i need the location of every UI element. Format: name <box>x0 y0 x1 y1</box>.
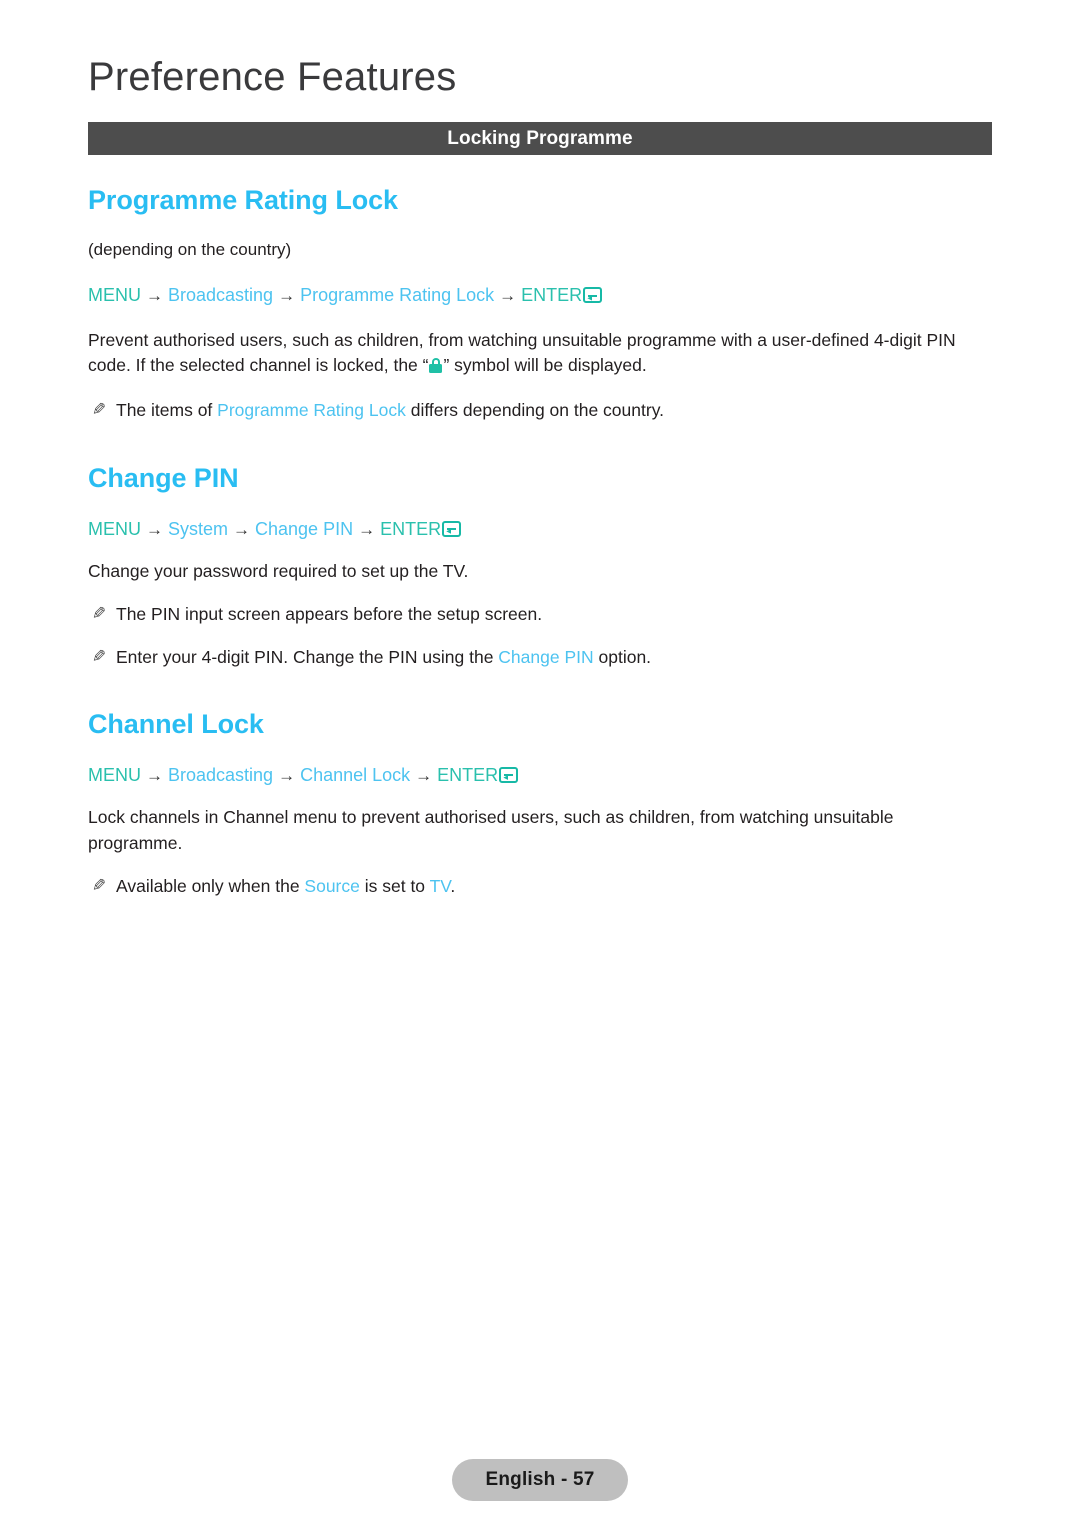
arrow-icon: → <box>278 286 296 306</box>
note-text-before: The items of <box>116 400 218 421</box>
arrow-icon: → <box>146 765 163 785</box>
topic-heading-channel-lock: Channel Lock <box>88 709 264 740</box>
menu-path-menu-label: MENU <box>88 518 141 539</box>
menu-path-menu-label: MENU <box>88 764 141 785</box>
page-footer-badge: English - 57 <box>452 1459 628 1501</box>
section-change-pin: Change PIN MENU → System → Change PIN → ENTER … <box>88 462 992 670</box>
menu-path-programme-rating-lock: MENU → Broadcasting → Programme Rating Lock →… <box>88 284 992 307</box>
padlock-icon <box>429 358 443 374</box>
arrow-icon: → <box>358 519 376 539</box>
arrow-icon: → <box>415 765 433 785</box>
manual-page: Preference Features Locking Programme Pr… <box>0 0 1080 1534</box>
menu-path-change-pin: MENU → System → Change PIN → ENTER <box>88 518 992 541</box>
body-paragraph-channel-lock: Lock channels in Channel menu to prevent… <box>88 807 894 853</box>
note-text-mid: is set to <box>359 875 430 896</box>
arrow-icon: → <box>499 286 517 306</box>
pencil-icon: ✎ <box>91 875 107 895</box>
note-text: The PIN input screen appears before the … <box>116 604 543 625</box>
pencil-icon: ✎ <box>91 400 107 420</box>
menu-path-item-system[interactable]: System <box>168 519 228 539</box>
section-header-bar: Locking Programme <box>88 122 992 155</box>
section-header-label: Locking Programme <box>447 127 633 149</box>
note-text-after: . <box>450 875 456 896</box>
arrow-icon: → <box>146 519 163 539</box>
body-text-after-lock: ” symbol will be displayed. <box>443 355 647 376</box>
menu-path-item-change-pin[interactable]: Change PIN <box>255 519 353 539</box>
menu-path-channel-lock: MENU → Broadcasting → Channel Lock → ENTER <box>88 764 992 787</box>
menu-path-item-broadcasting[interactable]: Broadcasting <box>168 285 273 305</box>
menu-path-item-broadcasting[interactable]: Broadcasting <box>168 765 273 785</box>
note-text: The items of Programme Rating Lock diffe… <box>116 398 992 423</box>
section-channel-lock: Channel Lock MENU → Broadcasting → Channel L… <box>88 709 992 899</box>
arrow-icon: → <box>278 765 296 785</box>
note-item: ✎ The PIN input screen appears before th… <box>88 602 992 627</box>
page-content: Programme Rating Lock (depending on the … <box>88 185 992 899</box>
menu-path-enter-label: ENTER <box>521 285 583 306</box>
arrow-icon: → <box>233 519 251 539</box>
menu-path-enter-label: ENTER <box>437 764 499 785</box>
note-item: ✎ The items of Programme Rating Lock dif… <box>88 398 992 423</box>
pencil-icon: ✎ <box>91 604 107 624</box>
menu-path-menu-label: MENU <box>88 285 141 306</box>
note-text-before: Enter your 4-digit PIN. Change the PIN u… <box>116 646 499 667</box>
menu-path-item-channel-lock[interactable]: Channel Lock <box>300 765 410 785</box>
note-text-after: option. <box>593 646 652 667</box>
note-text-before: Available only when the <box>116 875 305 896</box>
menu-path-enter-label: ENTER <box>380 518 442 539</box>
arrow-icon: → <box>146 286 163 306</box>
note-link-tv[interactable]: TV <box>430 876 451 896</box>
note-link-source[interactable]: Source <box>304 876 359 896</box>
page-title: Preference Features <box>88 55 457 99</box>
country-note: (depending on the country) <box>88 239 292 259</box>
body-paragraph-programme-rating-lock: Prevent authorised users, such as childr… <box>88 328 992 379</box>
note-text: Available only when the Source is set to… <box>116 874 992 899</box>
section-programme-rating-lock: Programme Rating Lock (depending on the … <box>88 185 992 424</box>
note-text-after: differs depending on the country. <box>405 400 665 421</box>
note-text: Enter your 4-digit PIN. Change the PIN u… <box>116 645 992 670</box>
enter-return-key-icon <box>499 766 519 783</box>
note-link-change-pin[interactable]: Change PIN <box>498 647 593 667</box>
enter-return-key-icon <box>442 520 462 537</box>
menu-path-item-programme-rating-lock[interactable]: Programme Rating Lock <box>300 285 494 305</box>
enter-return-key-icon <box>583 287 603 304</box>
topic-heading-change-pin: Change PIN <box>88 462 239 493</box>
topic-heading-programme-rating-lock: Programme Rating Lock <box>88 185 398 215</box>
note-item: ✎ Enter your 4-digit PIN. Change the PIN… <box>88 645 992 670</box>
note-link-programme-rating-lock[interactable]: Programme Rating Lock <box>217 400 406 420</box>
body-paragraph-change-pin: Change your password required to set up … <box>88 560 469 581</box>
page-footer-label: English - 57 <box>485 1469 595 1490</box>
pencil-icon: ✎ <box>91 646 107 666</box>
note-item: ✎ Available only when the Source is set … <box>88 874 992 899</box>
